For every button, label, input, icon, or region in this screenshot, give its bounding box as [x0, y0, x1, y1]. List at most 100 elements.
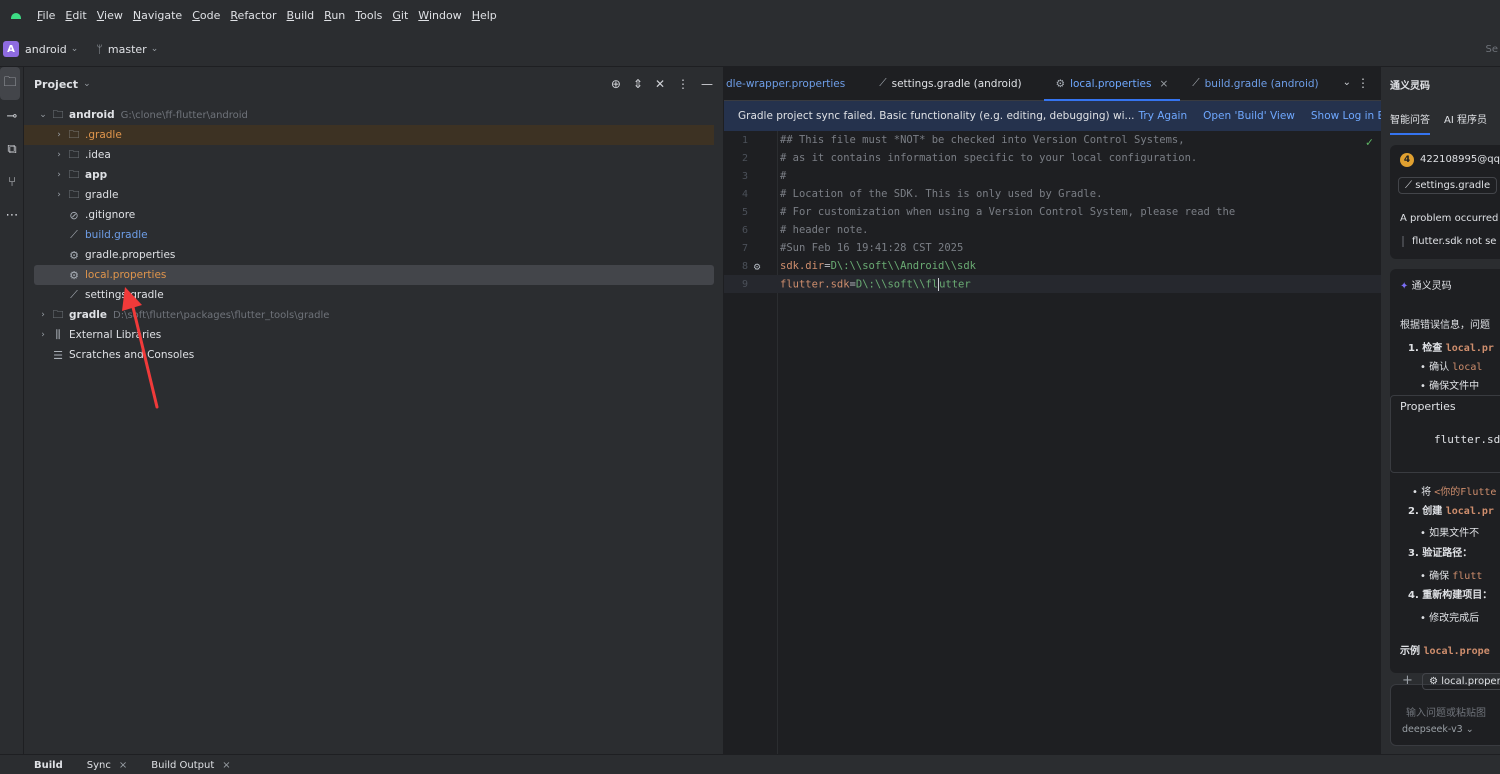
- tab-sync[interactable]: Sync ×: [75, 758, 140, 774]
- tab-build[interactable]: Build: [22, 758, 75, 774]
- more-icon[interactable]: ⋯: [0, 199, 24, 232]
- menu-refactor[interactable]: Refactor: [225, 0, 281, 32]
- tab-local-properties[interactable]: ⚙ local.properties ×: [1043, 67, 1181, 101]
- chevron-right-icon[interactable]: ›: [36, 310, 50, 320]
- quote-text: flutter.sdk not se: [1402, 236, 1496, 247]
- close-icon[interactable]: ×: [1159, 78, 1168, 90]
- search-everywhere[interactable]: Se: [1486, 44, 1499, 55]
- expand-all-icon[interactable]: ⇕: [633, 77, 643, 91]
- menu-window[interactable]: Window: [413, 0, 466, 32]
- tab-smart-qa[interactable]: 智能问答: [1390, 111, 1430, 135]
- chevron-right-icon[interactable]: ›: [52, 170, 66, 180]
- tree-item-gradle-properties[interactable]: ⚙ gradle.properties: [24, 245, 714, 265]
- gradle-icon: ⟋: [1192, 77, 1200, 89]
- code-line-current: 9 flutter.sdk=D\:\\soft\\flutter: [724, 275, 1381, 293]
- menu-edit[interactable]: Edit: [60, 0, 91, 32]
- minimize-icon[interactable]: —: [701, 77, 713, 91]
- branch-selector[interactable]: master: [108, 43, 147, 56]
- tree-item-idea[interactable]: › 🗀 .idea: [24, 145, 714, 165]
- tab-settings-gradle[interactable]: ⟋ settings.gradle (android): [867, 67, 1033, 101]
- step-text: 2. 创建: [1408, 506, 1446, 517]
- scratches-icon: ☰: [53, 348, 63, 362]
- project-panel-title[interactable]: Project: [34, 78, 78, 91]
- tree-item-label: gradle: [69, 309, 108, 321]
- show-log-link[interactable]: Show Log in Explorer: [1311, 110, 1381, 122]
- close-icon[interactable]: ×: [119, 760, 127, 771]
- chevron-down-icon[interactable]: ⌄: [71, 44, 79, 54]
- code-block-text: flutter.sd: [1434, 433, 1500, 446]
- code-line: 2 # as it contains information specific …: [724, 149, 1381, 167]
- tab-build-output[interactable]: Build Output ×: [139, 758, 242, 774]
- input-context-chip[interactable]: ⚙ local.proper: [1422, 673, 1500, 690]
- shapes-icon[interactable]: ⧉: [0, 133, 24, 166]
- chevron-right-icon[interactable]: ›: [52, 150, 66, 160]
- tab-gradle-wrapper-properties[interactable]: dle-wrapper.properties: [724, 67, 857, 101]
- project-badge[interactable]: A: [3, 41, 19, 57]
- folder-icon[interactable]: 🗀: [0, 67, 20, 100]
- chevron-right-icon[interactable]: ›: [52, 190, 66, 200]
- try-again-link[interactable]: Try Again: [1139, 110, 1188, 122]
- tab-label: Build Output: [151, 760, 215, 771]
- add-context-icon[interactable]: +: [1402, 673, 1413, 688]
- line-number: 4: [741, 188, 748, 200]
- chevron-right-icon[interactable]: ›: [36, 330, 50, 340]
- step-4-bullet-1: • 修改完成后: [1420, 613, 1480, 624]
- chevron-down-icon[interactable]: ⌄: [36, 110, 50, 120]
- menu-view[interactable]: View: [92, 0, 128, 32]
- options-icon[interactable]: ⋮: [677, 77, 689, 91]
- commit-icon[interactable]: ⊸: [0, 100, 24, 133]
- banner-message: Gradle project sync failed. Basic functi…: [738, 110, 1135, 122]
- line-number: 5: [741, 206, 748, 218]
- ai-panel-tabs: 智能问答 AI 程序员: [1384, 101, 1500, 135]
- tree-item-label: gradle.properties: [85, 249, 176, 261]
- menu-help[interactable]: Help: [467, 0, 502, 32]
- heading-text: 示例: [1400, 646, 1424, 657]
- project-selector[interactable]: android: [25, 43, 67, 56]
- inline-code: <你的Flutte: [1434, 487, 1497, 498]
- pull-request-icon[interactable]: ⑂: [0, 166, 24, 199]
- chat-input-placeholder[interactable]: 输入问题或粘贴图: [1406, 704, 1486, 719]
- tab-ai-programmer[interactable]: AI 程序员: [1444, 111, 1487, 126]
- ignore-file-icon: ⊘: [69, 208, 79, 222]
- code-editor[interactable]: ✓ 1 ## This file must *NOT* be checked i…: [724, 131, 1381, 754]
- collapse-all-icon[interactable]: ✕: [655, 77, 665, 91]
- chevron-down-icon[interactable]: ⌄: [151, 44, 159, 54]
- menu-run[interactable]: Run: [319, 0, 350, 32]
- tree-item-gradle-dir[interactable]: › 🗀 .gradle: [24, 125, 714, 145]
- locate-icon[interactable]: ⊕: [611, 77, 621, 91]
- bullet-text: • 确认: [1420, 362, 1453, 373]
- gear-icon: ⚙: [69, 248, 79, 262]
- menu-file[interactable]: File: [32, 0, 60, 32]
- tree-item-build-gradle[interactable]: ⟋ build.gradle: [24, 225, 714, 245]
- tree-item-local-properties[interactable]: ⚙ local.properties: [34, 265, 714, 285]
- line-number: 8: [741, 260, 748, 272]
- menu-git[interactable]: Git: [387, 0, 413, 32]
- chevron-right-icon[interactable]: ›: [52, 130, 66, 140]
- tab-build-gradle[interactable]: ⟋ build.gradle (android): [1180, 67, 1330, 101]
- input-chip-label: local.proper: [1441, 676, 1500, 687]
- model-selector[interactable]: deepseek-v3 ⌄: [1402, 724, 1474, 735]
- close-icon[interactable]: ×: [222, 760, 230, 771]
- folder-icon: 🗀: [68, 187, 80, 201]
- open-build-view-link[interactable]: Open 'Build' View: [1203, 110, 1295, 122]
- chevron-down-icon[interactable]: ⌄: [1343, 77, 1351, 88]
- options-icon[interactable]: ⋮: [1357, 76, 1369, 90]
- tree-item-label: android: [69, 109, 115, 121]
- editor-tabs: dle-wrapper.properties ⟋ settings.gradle…: [724, 67, 1381, 101]
- context-chip[interactable]: ⟋ settings.gradle: [1398, 177, 1498, 194]
- bullet-text: • 确保: [1420, 571, 1453, 582]
- menu-tools[interactable]: Tools: [350, 0, 387, 32]
- menu-build[interactable]: Build: [282, 0, 320, 32]
- menu-navigate[interactable]: Navigate: [128, 0, 187, 32]
- tree-item-gitignore[interactable]: ⊘ .gitignore: [24, 205, 714, 225]
- line-number: 7: [741, 242, 748, 254]
- menu-code[interactable]: Code: [187, 0, 225, 32]
- chevron-down-icon[interactable]: ⌄: [83, 79, 91, 89]
- tree-item-gradle[interactable]: › 🗀 gradle: [24, 185, 714, 205]
- gear-icon[interactable]: ⚙: [748, 260, 766, 273]
- inline-code: local: [1452, 362, 1483, 373]
- tree-root-android[interactable]: ⌄ 🗀 android G:\clone\ff-flutter\android: [24, 105, 714, 125]
- step-2-bullet-1: • 如果文件不: [1420, 528, 1480, 539]
- tree-item-app[interactable]: › 🗀 app: [24, 165, 714, 185]
- project-panel-header: Project ⌄ ⊕ ⇕ ✕ ⋮ —: [24, 67, 723, 101]
